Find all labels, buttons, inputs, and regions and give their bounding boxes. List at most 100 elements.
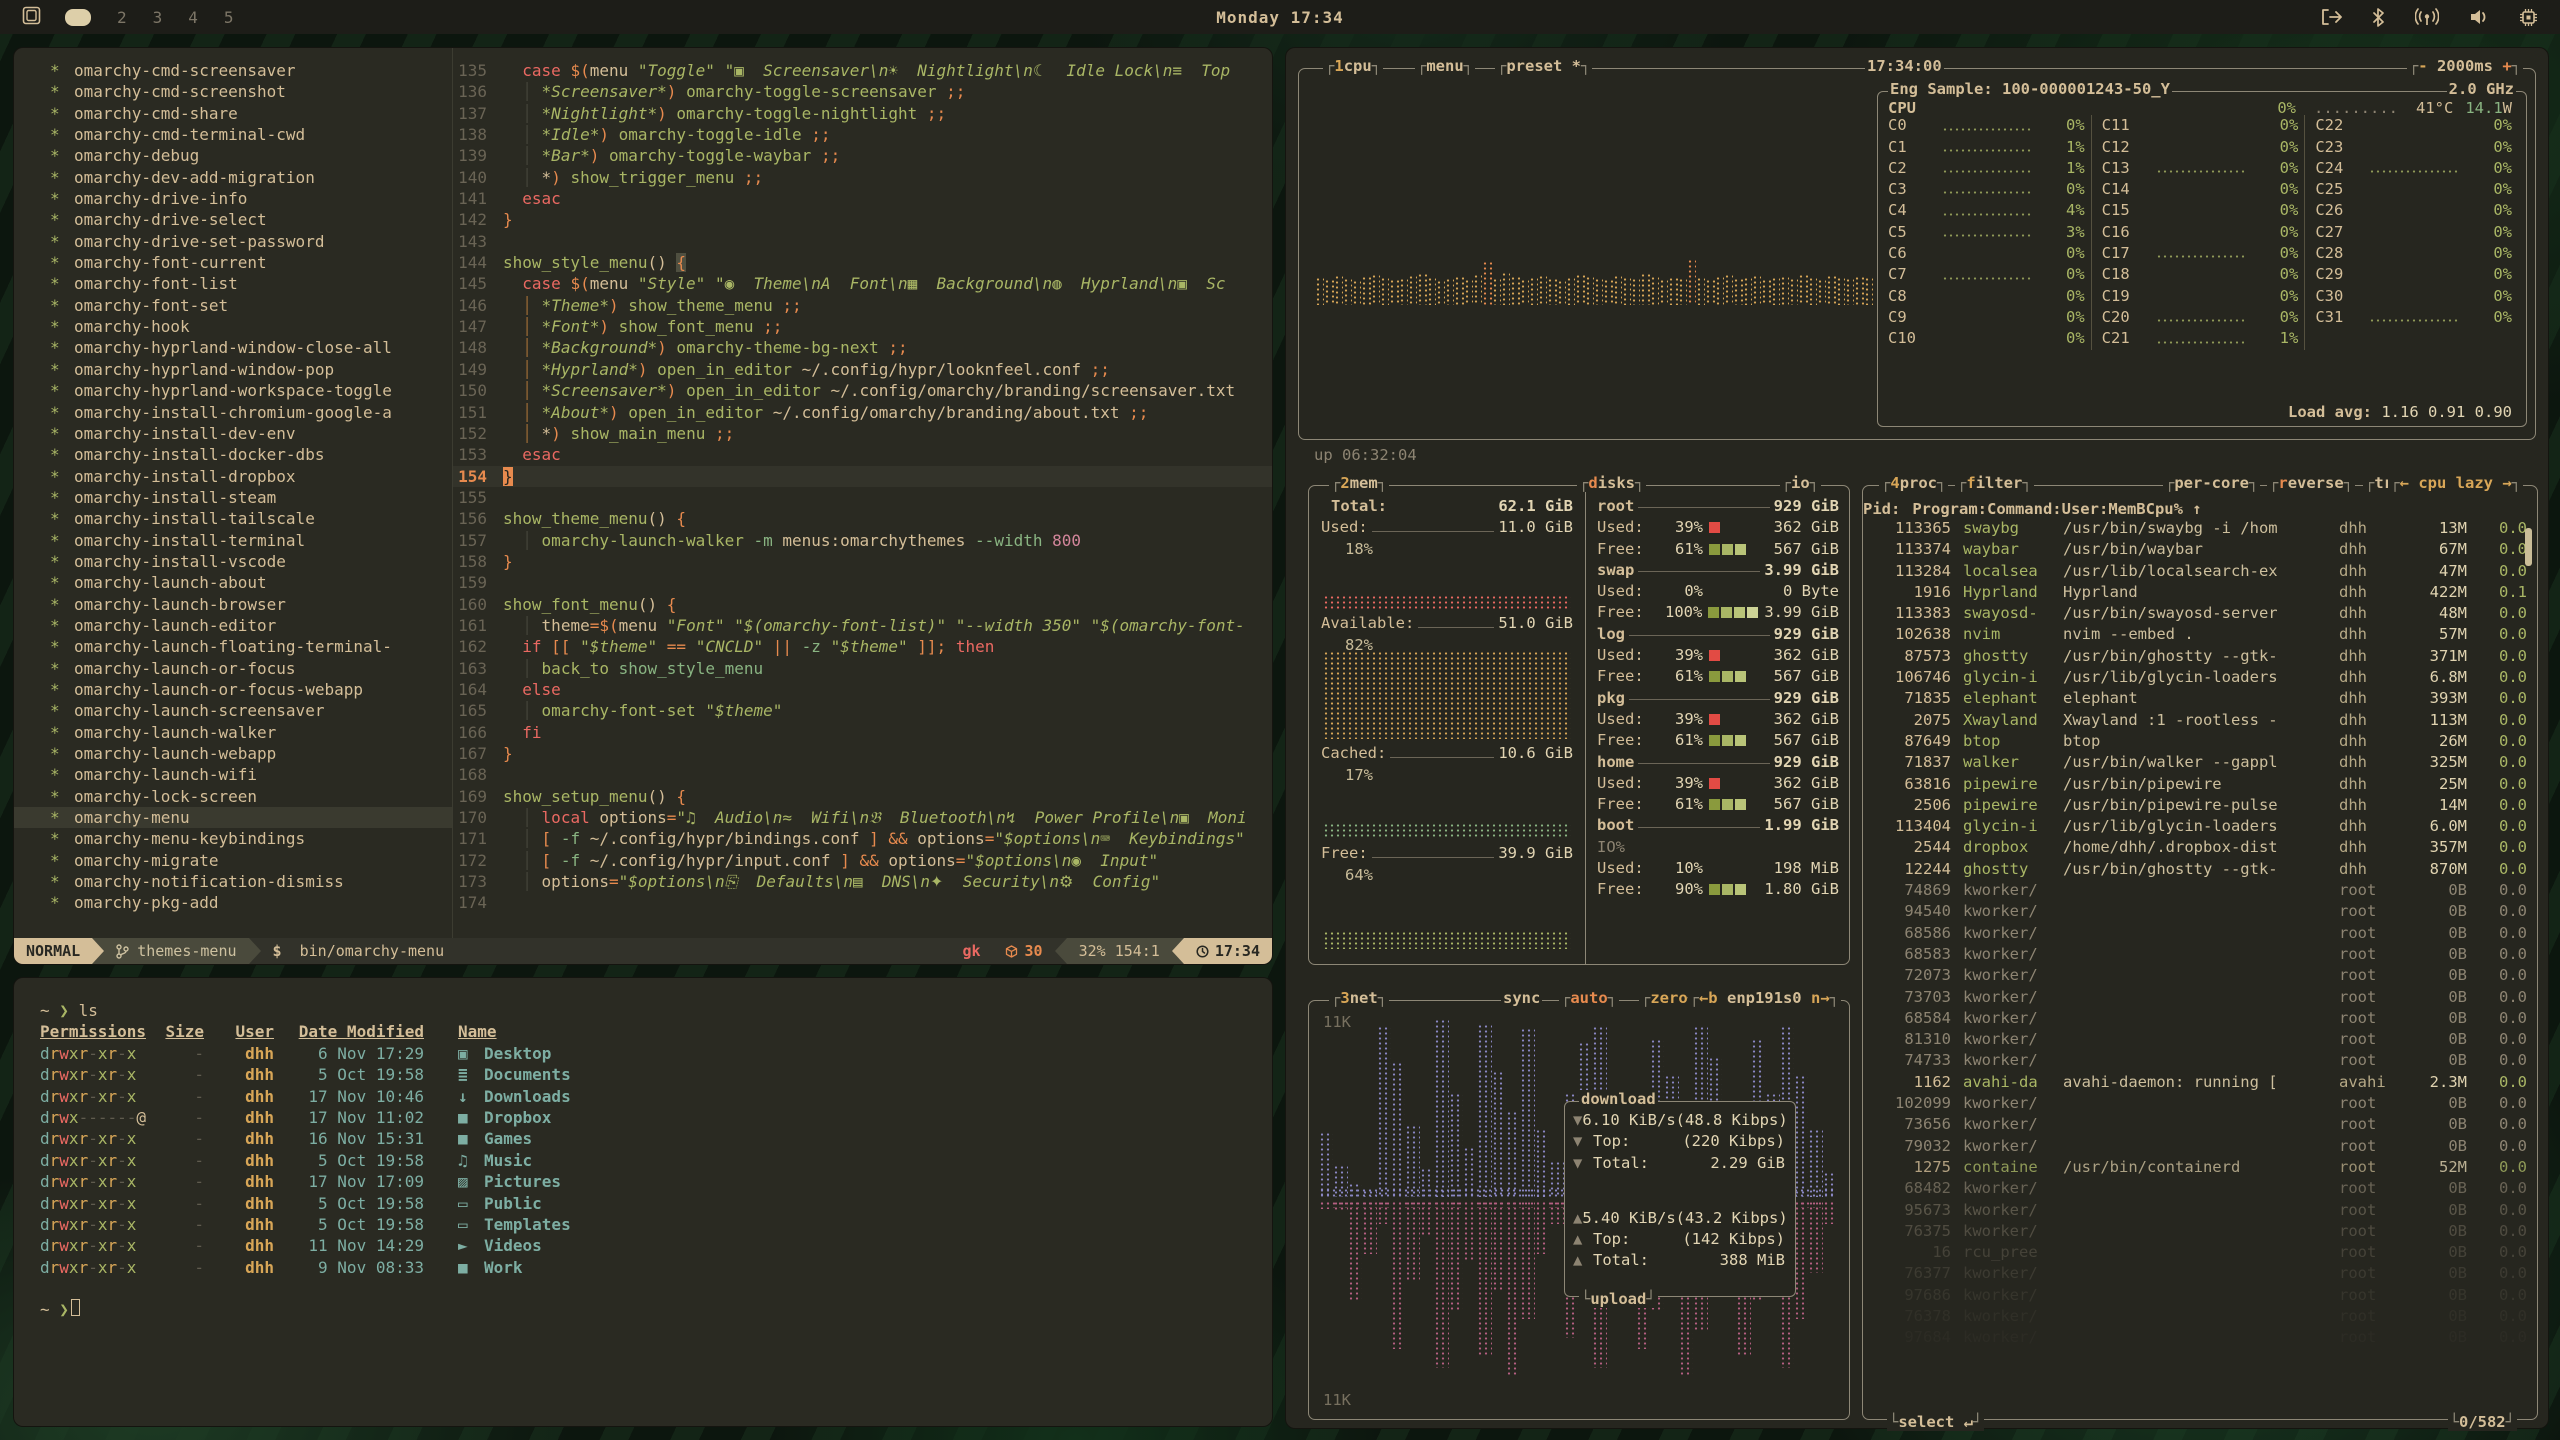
process-row[interactable]: 2544dropbox/home/dhh/.dropbox-distdhh357… <box>1863 837 2537 858</box>
file-list-item[interactable]: *omarchy-launch-about <box>14 572 452 593</box>
code-line[interactable]: 141 esac <box>453 188 1272 209</box>
process-row[interactable]: 76377kworker/root0B0.0 <box>1863 1263 2537 1284</box>
code-line[interactable]: 160show_font_menu() { <box>453 594 1272 615</box>
file-list-item[interactable]: *omarchy-cmd-share <box>14 103 452 124</box>
process-row[interactable]: 113284localsea/usr/lib/localsearch-exdhh… <box>1863 561 2537 582</box>
process-row[interactable]: 102638nvimnvim --embed .dhh57M0.0 <box>1863 624 2537 645</box>
shell-prompt-empty[interactable]: ~ ❯ <box>40 1299 1272 1320</box>
file-name[interactable]: ■Dropbox <box>424 1107 551 1128</box>
code-line[interactable]: 161 │ theme=$(menu "Font" "$(omarchy-fon… <box>453 615 1272 636</box>
code-line[interactable]: 172 │ [ -f ~/.config/hypr/input.conf ] &… <box>453 850 1272 871</box>
volume-icon[interactable] <box>2469 8 2489 26</box>
code-line[interactable]: 158} <box>453 551 1272 572</box>
file-list-item[interactable]: *omarchy-pkg-add <box>14 892 452 913</box>
file-list-item[interactable]: *omarchy-launch-screensaver <box>14 700 452 721</box>
net-auto-toggle[interactable]: auto <box>1559 989 1619 1007</box>
file-list-item[interactable]: *omarchy-font-set <box>14 295 452 316</box>
filter-button[interactable]: filter <box>1955 474 2034 492</box>
code-line[interactable]: 167} <box>453 743 1272 764</box>
code-line[interactable]: 174 <box>453 892 1272 913</box>
file-list-item[interactable]: *omarchy-lock-screen <box>14 786 452 807</box>
code-line[interactable]: 159 <box>453 572 1272 593</box>
git-branch[interactable]: themes-menu <box>104 938 248 964</box>
process-row[interactable]: 76378kworker/root0B0.0 <box>1863 1306 2537 1327</box>
process-row[interactable]: 72073kworker/root0B0.0 <box>1863 965 2537 986</box>
process-row[interactable]: 81310kworker/root0B0.0 <box>1863 1029 2537 1050</box>
file-list-item[interactable]: *omarchy-cmd-screenshot <box>14 81 452 102</box>
file-list-item[interactable]: *omarchy-drive-set-password <box>14 231 452 252</box>
process-row[interactable]: 76375kworker/root0B0.0 <box>1863 1221 2537 1242</box>
code-line[interactable]: 153 esac <box>453 444 1272 465</box>
code-line[interactable]: 139 │ *Bar*) omarchy-toggle-waybar ;; <box>453 145 1272 166</box>
process-row[interactable]: 106746glycin-i/usr/lib/glycin-loadersdhh… <box>1863 667 2537 688</box>
code-line[interactable]: 154} <box>453 466 1272 487</box>
file-list-item[interactable]: *omarchy-hyprland-window-close-all <box>14 337 452 358</box>
file-list-item[interactable]: *omarchy-menu <box>14 807 452 828</box>
file-list-item[interactable]: *omarchy-notification-dismiss <box>14 871 452 892</box>
file-list-item[interactable]: *omarchy-install-terminal <box>14 530 452 551</box>
file-name[interactable]: ♫Music <box>424 1150 532 1171</box>
file-list-item[interactable]: *omarchy-install-steam <box>14 487 452 508</box>
process-row[interactable]: 12244ghostty/usr/bin/ghostty --gtk-dhh87… <box>1863 859 2537 880</box>
process-row[interactable]: 113374waybar/usr/bin/waybardhh67M0.0 <box>1863 539 2537 560</box>
file-list-item[interactable]: *omarchy-menu-keybindings <box>14 828 452 849</box>
disks-box-title[interactable]: disks <box>1577 474 1646 492</box>
code-line[interactable]: 140 │ *) show_trigger_menu ;; <box>453 167 1272 188</box>
code-line[interactable]: 173 │ options="$options\n⎘ Defaults\n▤ D… <box>453 871 1272 892</box>
code-line[interactable]: 150 │ *Screensaver*) open_in_editor ~/.c… <box>453 380 1272 401</box>
code-line[interactable]: 166 fi <box>453 722 1272 743</box>
proc-scrollbar[interactable] <box>2525 528 2532 566</box>
code-line[interactable]: 135 case $(menu "Toggle" "▣ Screensaver\… <box>453 60 1272 81</box>
code-line[interactable]: 152 │ *) show_main_menu ;; <box>453 423 1272 444</box>
code-line[interactable]: 147 │ *Font*) show_font_menu ;; <box>453 316 1272 337</box>
net-sync-toggle[interactable]: sync <box>1501 989 1542 1007</box>
process-row[interactable]: 68584kworker/root0B0.0 <box>1863 1008 2537 1029</box>
file-list-item[interactable]: *omarchy-launch-editor <box>14 615 452 636</box>
file-list-item[interactable]: *omarchy-migrate <box>14 850 452 871</box>
process-row[interactable]: 71837walker/usr/bin/walker --gappldhh325… <box>1863 752 2537 773</box>
code-line[interactable]: 145 case $(menu "Style" "◉ Theme\nA Font… <box>453 273 1272 294</box>
process-row[interactable]: 97686kworker/root0B0.0 <box>1863 1285 2537 1306</box>
process-row[interactable]: 2506pipewire/usr/bin/pipewire-pulsedhh14… <box>1863 795 2537 816</box>
process-row[interactable]: 74733kworker/root0B0.0 <box>1863 1050 2537 1071</box>
process-row[interactable]: 68586kworker/root0B0.0 <box>1863 923 2537 944</box>
process-row[interactable]: 71835elephantelephantdhh393M0.0 <box>1863 688 2537 709</box>
process-row[interactable]: 1275containe/usr/bin/containerdroot52M0.… <box>1863 1157 2537 1178</box>
code-line[interactable]: 168 <box>453 764 1272 785</box>
file-list-item[interactable]: *omarchy-install-tailscale <box>14 508 452 529</box>
process-row[interactable]: 2075XwaylandXwayland :1 -rootless -dhh11… <box>1863 710 2537 731</box>
interval-control[interactable]: - 2000ms + <box>2407 57 2523 75</box>
file-name[interactable]: ▣Desktop <box>424 1043 551 1064</box>
file-list-item[interactable]: *omarchy-launch-browser <box>14 594 452 615</box>
file-list-item[interactable]: *omarchy-hyprland-workspace-toggle <box>14 380 452 401</box>
preset-button[interactable]: preset * <box>1495 57 1592 75</box>
plugin-count[interactable]: 30 <box>993 938 1055 964</box>
bluetooth-icon[interactable] <box>2372 8 2385 27</box>
file-list-item[interactable]: *omarchy-debug <box>14 145 452 166</box>
code-line[interactable]: 164 else <box>453 679 1272 700</box>
file-list-item[interactable]: *omarchy-hyprland-window-pop <box>14 359 452 380</box>
proc-box-title[interactable]: 4proc <box>1879 474 1948 492</box>
process-row[interactable]: 94540kworker/root0B0.0 <box>1863 901 2537 922</box>
code-line[interactable]: 169show_setup_menu() { <box>453 786 1272 807</box>
cpu-box-title[interactable]: 1cpu <box>1323 57 1383 75</box>
file-list-item[interactable]: *omarchy-launch-wifi <box>14 764 452 785</box>
process-row[interactable]: 113404glycin-i/usr/lib/glycin-loadersdhh… <box>1863 816 2537 837</box>
file-name[interactable]: ►Videos <box>424 1235 542 1256</box>
process-row[interactable]: 87649btopbtopdhh26M0.0 <box>1863 731 2537 752</box>
code-line[interactable]: 165 │ omarchy-font-set "$theme" <box>453 700 1272 721</box>
process-row[interactable]: 95673kworker/root0B0.0 <box>1863 1200 2537 1221</box>
mem-box-title[interactable]: 2mem <box>1329 474 1389 492</box>
file-name[interactable]: ↓Downloads <box>424 1086 571 1107</box>
file-list-item[interactable]: *omarchy-launch-or-focus <box>14 658 452 679</box>
code-line[interactable]: 162 if [[ "$theme" == "CNCLD" || -z "$th… <box>453 636 1272 657</box>
process-row[interactable]: 68583kworker/root0B0.0 <box>1863 944 2537 965</box>
io-toggle[interactable]: io <box>1780 474 1821 492</box>
process-row[interactable]: 1162avahi-daavahi-daemon: running [avahi… <box>1863 1072 2537 1093</box>
network-icon[interactable] <box>2415 8 2439 26</box>
process-row[interactable]: 79032kworker/root0B0.0 <box>1863 1136 2537 1157</box>
code-line[interactable]: 163 │ back_to show_style_menu <box>453 658 1272 679</box>
process-row[interactable]: 113383swayosd-/usr/bin/swayosd-serverdhh… <box>1863 603 2537 624</box>
code-line[interactable]: 144show_style_menu() { <box>453 252 1272 273</box>
code-line[interactable]: 136 │ *Screensaver*) omarchy-toggle-scre… <box>453 81 1272 102</box>
